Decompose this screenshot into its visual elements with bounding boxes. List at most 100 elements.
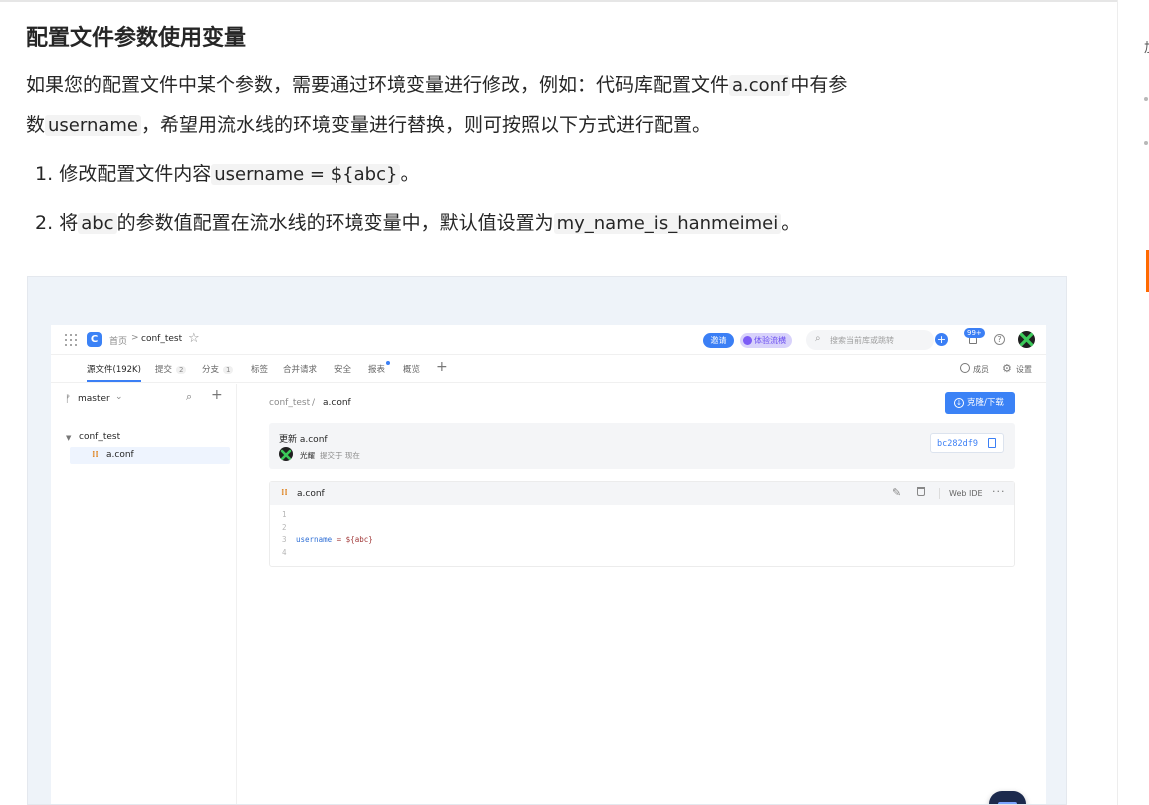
edit-pencil-icon[interactable]: ✎ xyxy=(892,486,901,499)
section-heading: 配置文件参数使用变量 xyxy=(26,26,247,51)
commit-hash-box[interactable]: bc282df9 xyxy=(930,433,1004,453)
intro-text: ，希望用流水线的环境变量进行替换，则可按照以下方式进行配置。 xyxy=(141,114,712,136)
step-text: 的参数值配置在流水线的环境变量中，默认值设置为 xyxy=(116,212,554,234)
tab-merge-requests[interactable]: 合并请求 xyxy=(283,363,317,375)
step-text: 将 xyxy=(59,212,79,234)
line-number: 3 xyxy=(282,535,287,544)
chevron-down-icon[interactable]: ⌄ xyxy=(115,392,123,402)
code-repo-app: C 首页 > conf_test ☆ 邀请 体验流横 ⌕ 搜索当前库或跳转 + … xyxy=(51,325,1046,804)
inline-code-filename: a.conf xyxy=(729,75,791,96)
last-commit-card: 更新 a.conf 光耀 提交于 现在 bc282df9 xyxy=(269,423,1015,469)
config-file-icon: ⁞⁞ xyxy=(281,488,288,498)
tree-folder[interactable]: conf_test xyxy=(79,432,120,442)
tab-branches[interactable]: 分支 1 xyxy=(202,363,234,375)
search-placeholder: 搜索当前库或跳转 xyxy=(830,336,894,345)
tree-file-name: a.conf xyxy=(106,450,134,460)
settings-gear-icon[interactable]: ⚙ xyxy=(1002,362,1012,375)
repo-search-input[interactable]: ⌕ 搜索当前库或跳转 xyxy=(806,330,934,350)
reports-new-dot xyxy=(386,361,390,365)
embedded-screenshot: C 首页 > conf_test ☆ 邀请 体验流横 ⌕ 搜索当前库或跳转 + … xyxy=(27,276,1067,805)
notification-badge: 99+ xyxy=(964,328,985,338)
breadcrumb-home[interactable]: 首页 xyxy=(109,334,127,347)
tree-file-selected[interactable]: ⁞⁞ a.conf xyxy=(70,447,230,464)
step-text: 。 xyxy=(400,163,420,185)
header-divider xyxy=(939,488,940,499)
branch-selector[interactable]: master xyxy=(78,394,110,404)
right-toc-panel xyxy=(1118,0,1149,805)
toc-bullet[interactable] xyxy=(1144,97,1148,101)
user-avatar[interactable] xyxy=(1018,331,1035,348)
breadcrumb-repo[interactable]: conf_test xyxy=(141,334,182,344)
download-icon: ↓ xyxy=(954,398,964,408)
line-number: 2 xyxy=(282,523,287,532)
step-2: 2. 将 abc 的参数值配置在流水线的环境变量中，默认值设置为 my_name_is… xyxy=(35,208,800,239)
commit-time: 提交于 现在 xyxy=(320,451,360,460)
tab-count: 2 xyxy=(176,366,187,374)
add-tab-icon[interactable]: + xyxy=(436,359,448,375)
delete-trash-icon[interactable] xyxy=(917,487,925,496)
file-header: ⁞⁞ a.conf ✎ Web IDE ··· xyxy=(270,482,1014,505)
settings-label[interactable]: 设置 xyxy=(1016,364,1032,375)
inline-code-variable: abc xyxy=(78,213,117,234)
commit-hash[interactable]: bc282df9 xyxy=(937,439,978,449)
file-tree-sidebar: ᚠ master ⌄ ⌕ + ▼ conf_test ⁞⁞ a.conf xyxy=(51,384,237,804)
code-line: 1 xyxy=(282,510,296,519)
floating-assistant-button[interactable] xyxy=(989,791,1026,804)
step-1: 1. 修改配置文件内容 username = ${abc}。 xyxy=(35,159,419,190)
code-line: 4 xyxy=(282,548,296,557)
file-search-icon[interactable]: ⌕ xyxy=(186,390,192,404)
toc-glyph[interactable]: 加 xyxy=(1144,37,1149,56)
app-header: C 首页 > conf_test ☆ 邀请 体验流横 ⌕ 搜索当前库或跳转 + … xyxy=(51,325,1046,355)
new-file-plus-icon[interactable]: + xyxy=(211,387,223,403)
code-key: username xyxy=(296,535,333,544)
repo-tabs: 源文件(192K) 提交 2 分支 1 标签 合并请求 安全 报表 概览 + 成员 … xyxy=(51,356,1046,383)
commit-author: 光耀 xyxy=(300,451,315,460)
inline-code-config-line: username = ${abc} xyxy=(211,164,401,185)
path-separator: / xyxy=(312,398,316,408)
step-text: 修改配置文件内容 xyxy=(59,163,212,185)
tab-source-files[interactable]: 源文件(192K) xyxy=(87,363,141,375)
app-grid-icon[interactable] xyxy=(65,334,77,346)
more-options-icon[interactable]: ··· xyxy=(992,485,1006,498)
tab-overview[interactable]: 概览 xyxy=(403,363,420,375)
step-text: 。 xyxy=(781,212,801,234)
active-tab-underline xyxy=(87,380,141,382)
path-repo[interactable]: conf_test xyxy=(269,398,310,408)
intro-text: 数 xyxy=(26,114,46,136)
breadcrumb-separator: > xyxy=(131,333,139,343)
line-number: 4 xyxy=(282,548,287,557)
copy-icon[interactable] xyxy=(988,438,996,448)
invite-button[interactable]: 邀请 xyxy=(703,333,734,348)
commit-author-avatar xyxy=(279,447,293,461)
codeup-logo-icon[interactable]: C xyxy=(87,332,102,347)
code-line: 3 username = ${abc} xyxy=(282,535,373,544)
tab-count: 1 xyxy=(223,366,234,374)
trial-button[interactable]: 体验流横 xyxy=(740,333,792,348)
step-number: 1. xyxy=(35,163,54,185)
tab-reports[interactable]: 报表 xyxy=(368,363,385,375)
trial-icon xyxy=(743,336,752,345)
inline-code-default-value: my_name_is_hanmeimei xyxy=(553,213,782,234)
step-number: 2. xyxy=(35,212,54,234)
web-ide-button[interactable]: Web IDE xyxy=(949,489,983,498)
tab-commits[interactable]: 提交 2 xyxy=(155,363,187,375)
commit-message[interactable]: 更新 a.conf xyxy=(279,432,328,445)
toc-bullet[interactable] xyxy=(1144,141,1148,145)
help-icon[interactable]: ? xyxy=(994,334,1005,345)
line-number: 1 xyxy=(282,510,287,519)
intro-paragraph-line-1: 如果您的配置文件中某个参数，需要通过环境变量进行修改，例如：代码库配置文件 a.c… xyxy=(26,70,847,101)
star-icon[interactable]: ☆ xyxy=(188,331,200,346)
top-border xyxy=(0,0,1149,2)
folder-expand-icon[interactable]: ▼ xyxy=(66,434,71,442)
tab-tags[interactable]: 标签 xyxy=(251,363,268,375)
members-label[interactable]: 成员 xyxy=(973,364,989,375)
create-plus-icon[interactable]: + xyxy=(935,333,948,346)
file-view: conf_test / a.conf ↓ 克隆/下载 更新 a.conf 光耀 … xyxy=(238,384,1046,804)
inline-code-username: username xyxy=(45,115,142,136)
intro-text: 中有参 xyxy=(790,74,848,96)
tab-security[interactable]: 安全 xyxy=(334,363,351,375)
clone-label: 克隆/下载 xyxy=(967,398,1004,408)
path-file: a.conf xyxy=(323,398,351,408)
clone-download-button[interactable]: ↓ 克隆/下载 xyxy=(945,392,1015,414)
members-icon[interactable] xyxy=(960,363,970,373)
